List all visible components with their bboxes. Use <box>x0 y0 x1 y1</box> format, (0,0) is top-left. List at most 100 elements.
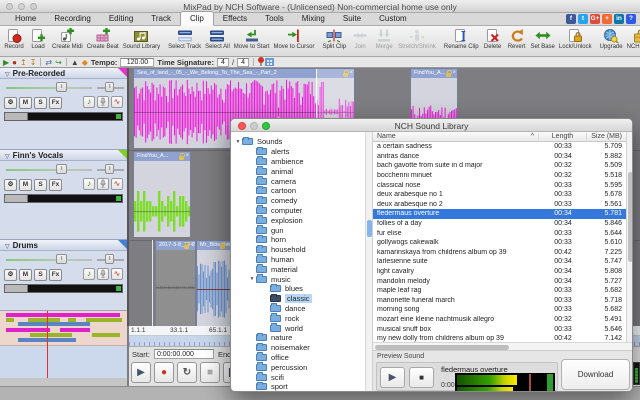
microphone-icon[interactable] <box>97 178 109 190</box>
tree-item-comedy[interactable]: comedy <box>231 195 365 206</box>
tree-item-classic[interactable]: classic <box>231 293 365 304</box>
sound-library-button[interactable]: Sound Library <box>121 27 162 56</box>
clip-2017-recording[interactable]: 2017-3-8_17-22-4× <box>155 240 196 327</box>
upgrade-button[interactable]: Upgrade <box>598 27 625 56</box>
waveform-icon[interactable]: ∿ <box>111 178 123 190</box>
column-header-length[interactable]: Length <box>539 133 587 140</box>
sound-row[interactable]: mandolin melody 00:34 5.727 <box>373 276 626 286</box>
tab-mixing[interactable]: Mixing <box>293 12 334 25</box>
clip-close-icon[interactable]: × <box>452 69 456 78</box>
sound-row[interactable]: boccherini minuet 00:32 5.518 <box>373 171 626 181</box>
clip-findyou-track2[interactable]: FindYou_A... × <box>133 151 191 237</box>
rename-clip-button[interactable]: Rename Clip <box>442 27 481 56</box>
midi-note-icon[interactable]: ♪ <box>83 96 95 108</box>
waveform-icon[interactable]: ∿ <box>111 96 123 108</box>
preview-stop-button[interactable]: ■ <box>409 366 434 388</box>
clip-lock-icon[interactable] <box>220 242 227 249</box>
tab-editing[interactable]: Editing <box>100 12 142 25</box>
create-beat-button[interactable]: Create Beat <box>85 27 121 56</box>
expander-open-icon[interactable]: ▼ <box>234 139 242 145</box>
expander-open-icon[interactable]: ▼ <box>248 276 256 282</box>
stop-button[interactable]: ■ <box>200 362 220 383</box>
grid-snap-icon[interactable] <box>265 58 275 66</box>
tab-effects[interactable]: Effects <box>214 12 256 25</box>
tree-item-noisemaker[interactable]: noisemaker <box>231 342 365 353</box>
facebook-icon[interactable]: f <box>566 14 576 24</box>
list-horizontal-scrollbar[interactable] <box>373 342 632 350</box>
sound-row[interactable]: morning song 00:33 5.682 <box>373 305 626 315</box>
tree-item-blues[interactable]: blues <box>231 283 365 294</box>
sound-row[interactable]: anitras dance 00:34 5.882 <box>373 152 626 162</box>
sound-row[interactable]: bach gavotte from suite in d major 00:32 5… <box>373 161 626 171</box>
tab-suite[interactable]: Suite <box>334 12 370 25</box>
move-up-icon[interactable]: ↥ <box>20 58 27 67</box>
tree-item-alerts[interactable]: alerts <box>231 146 365 157</box>
create-midi-button[interactable]: Create Midi <box>50 27 85 56</box>
list-vscroll-thumb[interactable] <box>628 172 632 262</box>
sound-row[interactable]: gollywogs cakewalk 00:33 5.610 <box>373 238 626 248</box>
midi-note-icon[interactable]: ♪ <box>83 268 95 280</box>
linkedin-icon[interactable]: in <box>614 14 624 24</box>
tree-item-dance[interactable]: dance <box>231 303 365 314</box>
time-signature-numerator[interactable]: 4 <box>216 57 229 67</box>
metronome-icon[interactable]: ▲ <box>71 58 79 67</box>
sound-row[interactable]: follies of a day 00:34 5.846 <box>373 219 626 229</box>
tab-clip[interactable]: Clip <box>179 11 214 26</box>
tree-item-scifi[interactable]: scifi <box>231 372 365 382</box>
sound-row[interactable]: classical nose 00:33 5.595 <box>373 180 626 190</box>
sound-row[interactable]: fur elise 00:33 5.644 <box>373 228 626 238</box>
volume-slider-handle[interactable]: ‖ <box>56 82 67 92</box>
clip-close-icon[interactable]: × <box>190 241 194 250</box>
volume-slider-handle[interactable]: ‖ <box>56 164 67 174</box>
return-icon[interactable]: ↪ <box>55 58 62 67</box>
track-fx-button[interactable]: Fx <box>49 268 62 281</box>
project-overview[interactable] <box>0 311 127 386</box>
move-to-start-button[interactable]: Move to Start <box>232 27 272 56</box>
delete-button[interactable]: Delete <box>481 27 505 56</box>
help-icon[interactable]: ? <box>626 14 636 24</box>
split-clip-button[interactable]: Split Clip <box>320 27 348 56</box>
track-collapse-icon[interactable]: ▽ <box>5 72 10 78</box>
lock-unlock-button[interactable]: Lock/Unlock <box>557 27 594 56</box>
dialog-title-bar[interactable]: NCH Sound Library <box>231 119 632 132</box>
twitter-icon[interactable]: t <box>578 14 588 24</box>
move-down-icon[interactable]: ↧ <box>30 58 37 67</box>
sound-row[interactable]: deux arabesque no 1 00:33 5.678 <box>373 190 626 200</box>
tab-recording[interactable]: Recording <box>45 12 99 25</box>
swap-icon[interactable]: ⇄ <box>45 58 52 67</box>
record-button[interactable]: ● <box>154 362 174 383</box>
microphone-icon[interactable] <box>97 96 109 108</box>
select-track-button[interactable]: Select Track <box>166 27 203 56</box>
time-signature-denominator[interactable]: 4 <box>237 57 250 67</box>
pan-slider-handle[interactable]: ‖ <box>105 82 114 92</box>
clip-lock-icon[interactable] <box>184 242 191 249</box>
column-header-size[interactable]: Size (MB) <box>587 133 626 140</box>
tree-item-percussion[interactable]: percussion <box>231 362 365 372</box>
sound-row[interactable]: maple leaf rag 00:33 5.682 <box>373 286 626 296</box>
overview-playhead[interactable] <box>47 311 48 379</box>
tab-home[interactable]: Home <box>6 12 45 25</box>
tree-item-human[interactable]: human <box>231 254 365 265</box>
tab-track[interactable]: Track <box>142 12 180 25</box>
mini-play-icon[interactable]: ▶ <box>3 58 9 67</box>
list-vertical-scrollbar[interactable] <box>626 132 632 342</box>
play-button[interactable]: ▶ <box>131 362 151 383</box>
tree-item-household[interactable]: household <box>231 244 365 255</box>
sound-row[interactable]: light cavalry 00:34 5.808 <box>373 267 626 277</box>
waveform-icon[interactable]: ∿ <box>111 268 123 280</box>
microphone-icon[interactable] <box>97 268 109 280</box>
move-to-cursor-button[interactable]: Move to Cursor <box>271 27 316 56</box>
clip-body[interactable] <box>134 161 190 237</box>
track-s-button[interactable]: S <box>34 96 47 109</box>
set-base-button[interactable]: Set Base <box>529 27 557 56</box>
tree-item-explosion[interactable]: explosion <box>231 215 365 225</box>
track-s-button[interactable]: S <box>34 268 47 281</box>
clip-mr-bitterness[interactable]: Mr_Bitterness...× <box>196 240 232 327</box>
track-fx-button[interactable]: Fx <box>49 178 62 191</box>
pan-slider-handle[interactable]: ‖ <box>105 254 114 264</box>
preview-play-button[interactable]: ▶ <box>380 366 405 388</box>
loop-button[interactable]: ↻ <box>177 362 197 383</box>
clip-lock-icon[interactable] <box>446 70 453 77</box>
track-settings-button[interactable]: ⚙ <box>4 96 17 109</box>
tree-item-music[interactable]: ▼ music <box>231 274 365 284</box>
